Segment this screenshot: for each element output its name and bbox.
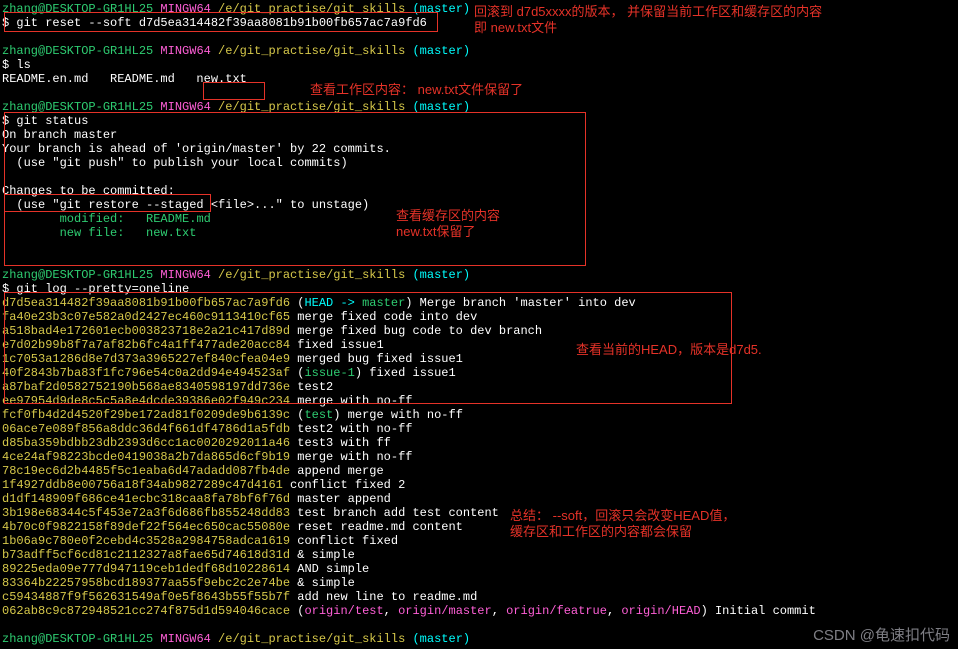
- log-row: ee97954d9de8c5c5a8e4dcde39386e02f949c234…: [2, 394, 956, 408]
- annotation: 查看工作区内容： new.txt文件保留了: [310, 82, 523, 98]
- log-row: fa40e23b3c07e582a0d2427ec460c9113410cf65…: [2, 310, 956, 324]
- cmd-log: $ git log --pretty=oneline: [2, 282, 956, 296]
- status-line: (use "git push" to publish your local co…: [2, 156, 956, 170]
- log-row: 40f2843b7ba83f1fc796e54c0a2dd94e494523af…: [2, 366, 956, 380]
- annotation: 回滚到 d7d5xxxx的版本， 并保留当前工作区和缓存区的内容 即 new.t…: [474, 4, 822, 36]
- log-row: 1c7053a1286d8e7d373a3965227ef840cfea04e9…: [2, 352, 956, 366]
- annotation: 查看当前的HEAD，版本是d7d5.: [576, 342, 762, 358]
- log-row: 1f4927ddb8e00756a18f34ab9827289c47d4161 …: [2, 478, 956, 492]
- status-line: Changes to be committed:: [2, 184, 956, 198]
- cmd-status: $ git status: [2, 114, 956, 128]
- status-line: Your branch is ahead of 'origin/master' …: [2, 142, 956, 156]
- prompt: zhang@DESKTOP-GR1HL25 MINGW64 /e/git_pra…: [2, 100, 956, 114]
- log-row: 89225eda09e777d947119ceb1dedf68d10228614…: [2, 562, 956, 576]
- log-row: d1df148909f686ce41ecbc318caa8fa78bf6f76d…: [2, 492, 956, 506]
- log-row: e7d02b99b8f7a7af82b6fc4a1ff477ade20acc84…: [2, 338, 956, 352]
- log-row: 1b06a9c780e0f2cebd4c3528a2984758adca1619…: [2, 534, 956, 548]
- log-row: 83364b22257958bcd189377aa55f9ebc2c2e74be…: [2, 576, 956, 590]
- annotation: 总结： --soft，回滚只会改变HEAD值， 缓存区和工作区的内容都会保留: [510, 508, 735, 540]
- log-row: b73adff5cf6cd81c2112327a8fae65d74618d31d…: [2, 548, 956, 562]
- log-row: 3b198e68344c5f453e72a3f6d686fb855248dd83…: [2, 506, 956, 520]
- log-row: fcf0fb4d2d4520f29be172ad81f0209de9b6139c…: [2, 408, 956, 422]
- log-row: a518bad4e172601ecb003823718e2a21c417d89d…: [2, 324, 956, 338]
- log-row: 4ce24af98223bcde0419038a2b7da865d6cf9b19…: [2, 450, 956, 464]
- log-row: c59434887f9f562631549af0e5f8643b55f55b7f…: [2, 590, 956, 604]
- log-row: 062ab8c9c872948521cc274f875d1d594046cace…: [2, 604, 956, 618]
- log-row: d85ba359bdbb23db2393d6cc1ac0020292011a46…: [2, 436, 956, 450]
- log-row: 06ace7e089f856a8ddc36d4f661df4786d1a5fdb…: [2, 422, 956, 436]
- log-row: d7d5ea314482f39aa8081b91b00fb657ac7a9fd6…: [2, 296, 956, 310]
- watermark: CSDN @龟速扣代码: [813, 629, 950, 643]
- annotation: 查看缓存区的内容 new.txt保留了: [396, 208, 500, 240]
- status-line: On branch master: [2, 128, 956, 142]
- cmd-ls: $ ls: [2, 58, 956, 72]
- prompt: zhang@DESKTOP-GR1HL25 MINGW64 /e/git_pra…: [2, 268, 956, 282]
- log-row: 4b70c0f9822158f89def22f564ec650cac55080e…: [2, 520, 956, 534]
- log-row: a87baf2d0582752190b568ae8340598197dd736e…: [2, 380, 956, 394]
- prompt: zhang@DESKTOP-GR1HL25 MINGW64 /e/git_pra…: [2, 44, 956, 58]
- log-row: 78c19ec6d2b4485f5c1eaba6d47adadd087fb4de…: [2, 464, 956, 478]
